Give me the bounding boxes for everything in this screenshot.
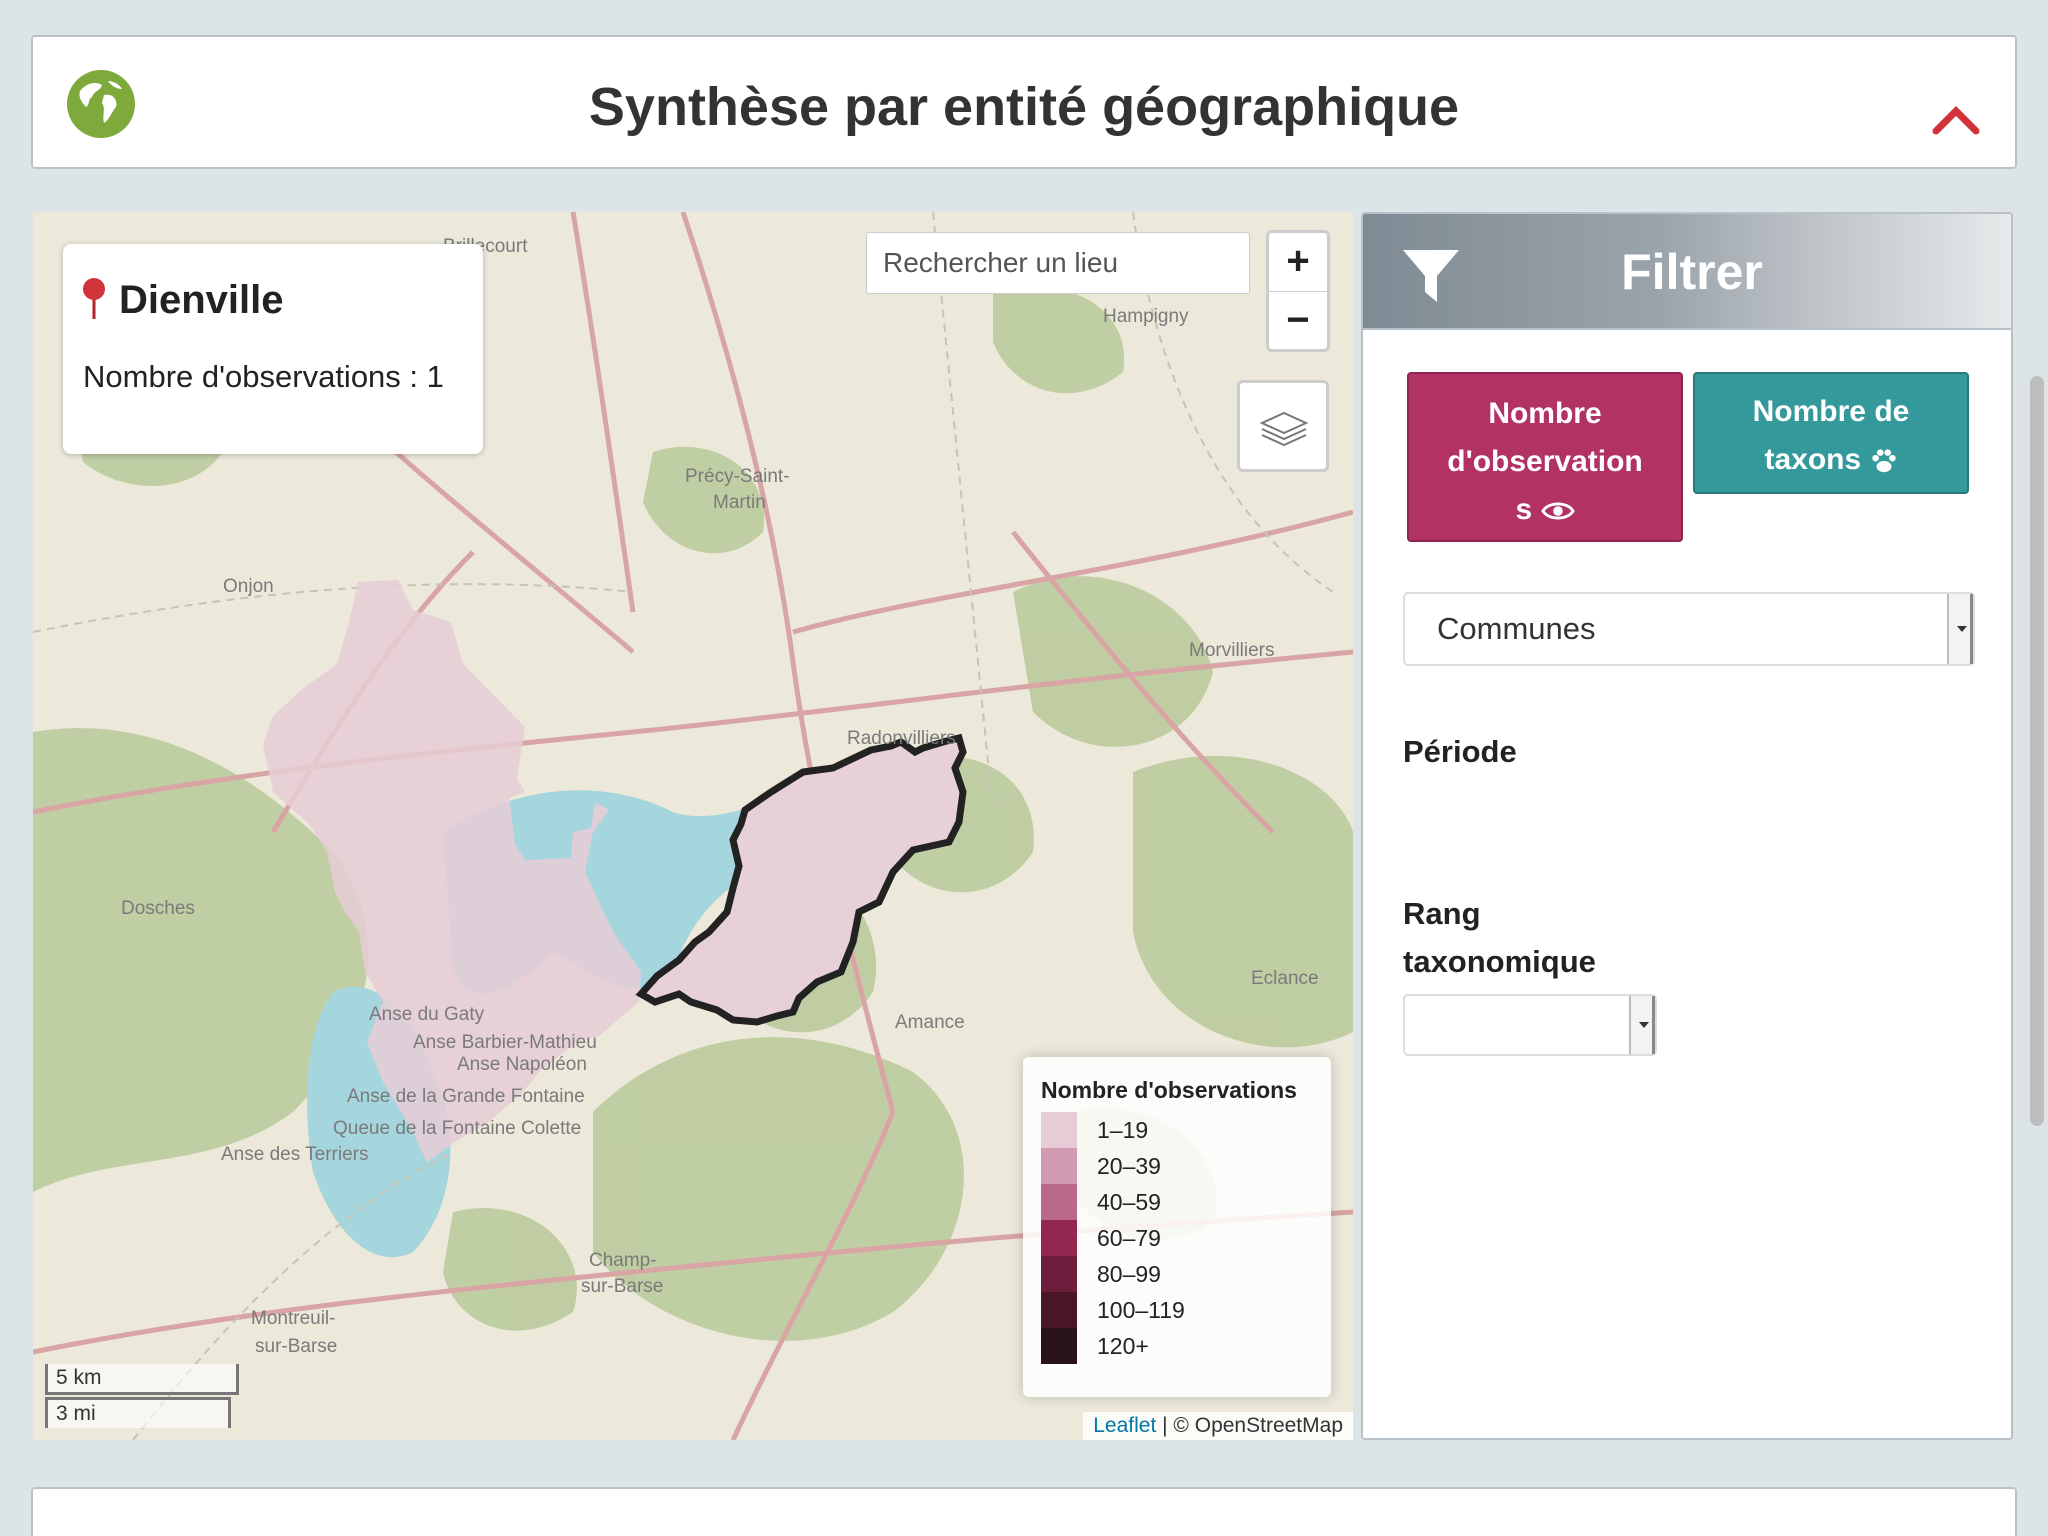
- button-label: s: [1515, 493, 1533, 526]
- layers-icon: [1259, 411, 1309, 447]
- legend-item: 1–19: [1041, 1112, 1313, 1148]
- button-label: Nombre de: [1752, 395, 1910, 428]
- zoom-control: + −: [1266, 230, 1330, 352]
- legend-label: 40–59: [1097, 1188, 1161, 1215]
- legend-item: 60–79: [1041, 1220, 1313, 1256]
- button-label: d'observation: [1447, 445, 1643, 478]
- map-scale: 5 km 3 mi: [45, 1364, 239, 1428]
- legend-swatch: [1041, 1328, 1077, 1364]
- place-label: Martin: [713, 492, 766, 513]
- place-label: Amance: [895, 1012, 965, 1033]
- scale-mi: 3 mi: [45, 1397, 231, 1428]
- legend-title: Nombre d'observations: [1041, 1077, 1297, 1103]
- legend-swatch: [1041, 1148, 1077, 1184]
- entity-select-value: Communes: [1437, 611, 1596, 646]
- rang-select[interactable]: [1403, 994, 1657, 1056]
- layers-button[interactable]: [1237, 380, 1329, 472]
- place-search-input[interactable]: Rechercher un lieu: [866, 232, 1250, 294]
- place-label: Montreuil-: [251, 1308, 335, 1329]
- commune-name: Dienville: [119, 278, 284, 322]
- filter-title: Filtrer: [1621, 244, 1763, 300]
- paw-icon: [1871, 449, 1896, 473]
- legend-label: 60–79: [1097, 1224, 1161, 1251]
- scale-km: 5 km: [45, 1364, 239, 1395]
- button-label: Nombre: [1488, 397, 1602, 430]
- zoom-in-button[interactable]: +: [1269, 233, 1327, 291]
- periode-label: Période: [1403, 734, 1517, 769]
- filter-header: Filtrer: [1363, 214, 2011, 330]
- map-pin-icon: [83, 278, 105, 319]
- dropdown-arrow-icon: [1629, 996, 1655, 1054]
- legend-swatch: [1041, 1112, 1077, 1148]
- legend-item: 40–59: [1041, 1184, 1313, 1220]
- map-legend: Nombre d'observations 1–19 20–39 40–59 6…: [1023, 1057, 1331, 1397]
- place-label: Dosches: [121, 898, 195, 919]
- zoom-out-button[interactable]: −: [1269, 291, 1327, 349]
- legend-item: 120+: [1041, 1328, 1313, 1364]
- place-label: Anse du Gaty: [369, 1004, 485, 1025]
- page-scrollbar[interactable]: [2030, 376, 2044, 1126]
- legend-item: 20–39: [1041, 1148, 1313, 1184]
- leaflet-link[interactable]: Leaflet: [1093, 1414, 1156, 1437]
- legend-swatch: [1041, 1184, 1077, 1220]
- dropdown-arrow-icon: [1947, 594, 1973, 664]
- chevron-up-icon[interactable]: [1931, 102, 1981, 136]
- rang-taxonomique-label: Rang taxonomique: [1403, 896, 1596, 979]
- place-label: Eclance: [1251, 968, 1319, 989]
- place-label: Anse Napoléon: [457, 1054, 587, 1075]
- legend-item: 100–119: [1041, 1292, 1313, 1328]
- eye-icon: [1540, 502, 1575, 520]
- place-label: Radonvilliers: [847, 728, 956, 749]
- page-title: Synthèse par entité géographique: [588, 77, 1460, 137]
- place-label: Anse Barbier-Mathieu: [413, 1032, 597, 1053]
- legend-item: 80–99: [1041, 1256, 1313, 1292]
- place-label: Champ-: [589, 1250, 657, 1271]
- attribution-text: | © OpenStreetMap: [1156, 1414, 1343, 1437]
- legend-label: 120+: [1097, 1332, 1149, 1359]
- place-label: Queue de la Fontaine Colette: [333, 1118, 581, 1139]
- map[interactable]: Brillecourt Hampigny Précy-Saint- Martin…: [33, 212, 1353, 1440]
- legend-label: 100–119: [1097, 1296, 1185, 1323]
- place-label: sur-Barse: [581, 1276, 663, 1297]
- button-label: taxons: [1764, 443, 1862, 476]
- place-label: Morvilliers: [1189, 640, 1275, 661]
- filter-panel: Filtrer Nombre d'observation s Nombre de…: [1361, 212, 2013, 1440]
- legend-swatch: [1041, 1220, 1077, 1256]
- legend-swatch: [1041, 1256, 1077, 1292]
- legend-label: 1–19: [1097, 1116, 1149, 1143]
- synthese-header: Synthèse par entité géographique: [31, 35, 2017, 169]
- legend-label: 80–99: [1097, 1260, 1161, 1287]
- place-label: Précy-Saint-: [685, 466, 790, 487]
- legend-label: 20–39: [1097, 1152, 1161, 1179]
- place-label: Hampigny: [1103, 306, 1189, 327]
- place-label: Onjon: [223, 576, 274, 597]
- next-section-card: [31, 1487, 2017, 1536]
- observation-count: Nombre d'observations : 1: [83, 359, 444, 394]
- entity-select[interactable]: Communes: [1403, 592, 1975, 666]
- legend-swatch: [1041, 1292, 1077, 1328]
- place-label: Anse de la Grande Fontaine: [347, 1086, 585, 1107]
- commune-info-box: Dienville Nombre d'observations : 1: [63, 244, 483, 454]
- place-label: Anse des Terriers: [221, 1144, 369, 1165]
- taxons-mode-button[interactable]: Nombre de taxons: [1693, 372, 1969, 494]
- place-label: sur-Barse: [255, 1336, 337, 1357]
- observations-mode-button[interactable]: Nombre d'observation s: [1407, 372, 1683, 542]
- map-attribution: Leaflet | © OpenStreetMap: [1083, 1412, 1353, 1440]
